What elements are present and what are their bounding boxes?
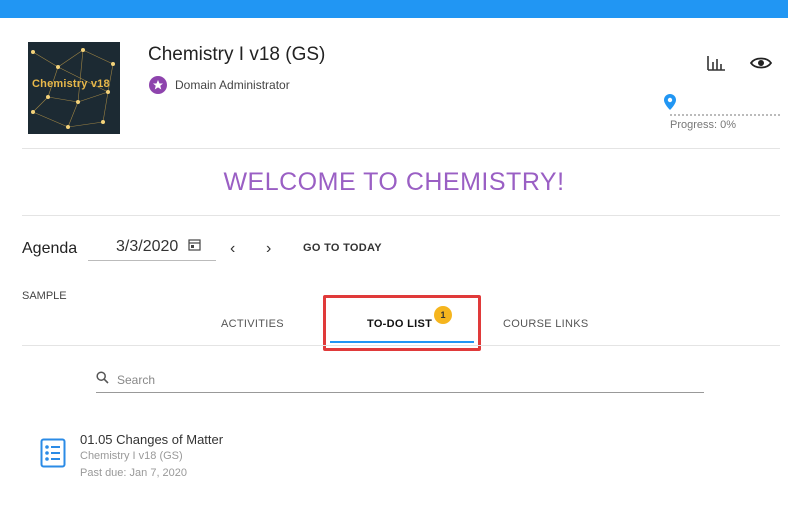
thumbnail-title: Chemistry v18	[32, 78, 110, 90]
todo-course: Chemistry I v18 (GS)	[80, 450, 183, 462]
progress-label: Progress: 0%	[670, 119, 737, 131]
user-role: Domain Administrator	[149, 76, 290, 94]
search-input[interactable]	[115, 372, 679, 388]
course-page: Chemistry v18 Chemistry I v18 (GS) Domai…	[0, 18, 788, 512]
todo-title: 01.05 Changes of Matter	[80, 432, 224, 447]
previous-day-button[interactable]: ‹	[230, 240, 235, 258]
role-label: Domain Administrator	[175, 78, 290, 92]
tab-course-links[interactable]: COURSE LINKS	[503, 318, 589, 330]
tabs-divider	[22, 345, 780, 346]
go-to-today-button[interactable]: GO TO TODAY	[303, 242, 382, 254]
welcome-heading: WELCOME TO CHEMISTRY!	[223, 168, 565, 196]
course-thumbnail[interactable]: Chemistry v18	[28, 42, 120, 134]
eye-icon[interactable]	[749, 56, 773, 75]
welcome-divider	[22, 215, 780, 216]
header-divider	[22, 148, 780, 149]
calendar-icon[interactable]	[188, 238, 201, 256]
todo-due-date: Past due: Jan 7, 2020	[80, 467, 188, 479]
agenda-date-value: 3/3/2020	[116, 238, 179, 255]
course-title[interactable]: Chemistry I v18 (GS)	[148, 44, 325, 66]
bar-chart-icon[interactable]	[706, 54, 726, 77]
agenda-label: Agenda	[22, 240, 78, 257]
search-bar	[96, 368, 704, 393]
todo-item[interactable]: 01.05 Changes of Matter Chemistry I v18 …	[40, 428, 440, 488]
highlight-annotation-box	[323, 295, 481, 351]
star-badge-icon	[149, 76, 167, 94]
top-app-bar	[0, 0, 788, 18]
progress-track	[670, 114, 780, 116]
assignment-list-icon	[40, 438, 66, 473]
tab-activities[interactable]: ACTIVITIES	[221, 318, 284, 330]
section-label: SAMPLE	[22, 290, 67, 302]
agenda-date-field[interactable]: 3/3/2020	[88, 234, 216, 261]
search-icon	[96, 371, 109, 389]
progress-marker-icon	[664, 94, 676, 115]
next-day-button[interactable]: ›	[266, 240, 271, 258]
